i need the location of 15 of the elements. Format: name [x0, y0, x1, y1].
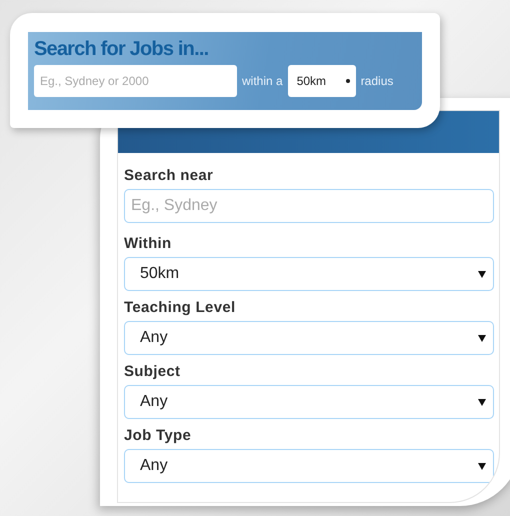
banner-title: Search for Jobs in...	[34, 37, 210, 62]
dropdown[interactable]: Any	[124, 321, 494, 355]
field-label: Teaching Level	[124, 299, 236, 316]
radius-label: radius	[360, 74, 394, 88]
radius-dropdown[interactable]: 50km	[288, 65, 356, 97]
field-label: Search near	[124, 167, 214, 184]
field-label: Job Type	[124, 427, 192, 444]
field-label: Subject	[124, 363, 182, 380]
field-label: Within	[124, 235, 172, 252]
dropdown[interactable]: 50km	[124, 257, 494, 291]
input-field[interactable]: Eg., Sydney	[124, 189, 494, 223]
dropdown[interactable]: Any	[124, 449, 494, 483]
location-field[interactable]: Eg., Sydney or 2000	[34, 65, 237, 97]
within-label: within a	[242, 74, 283, 88]
dropdown[interactable]: Any	[124, 385, 494, 419]
